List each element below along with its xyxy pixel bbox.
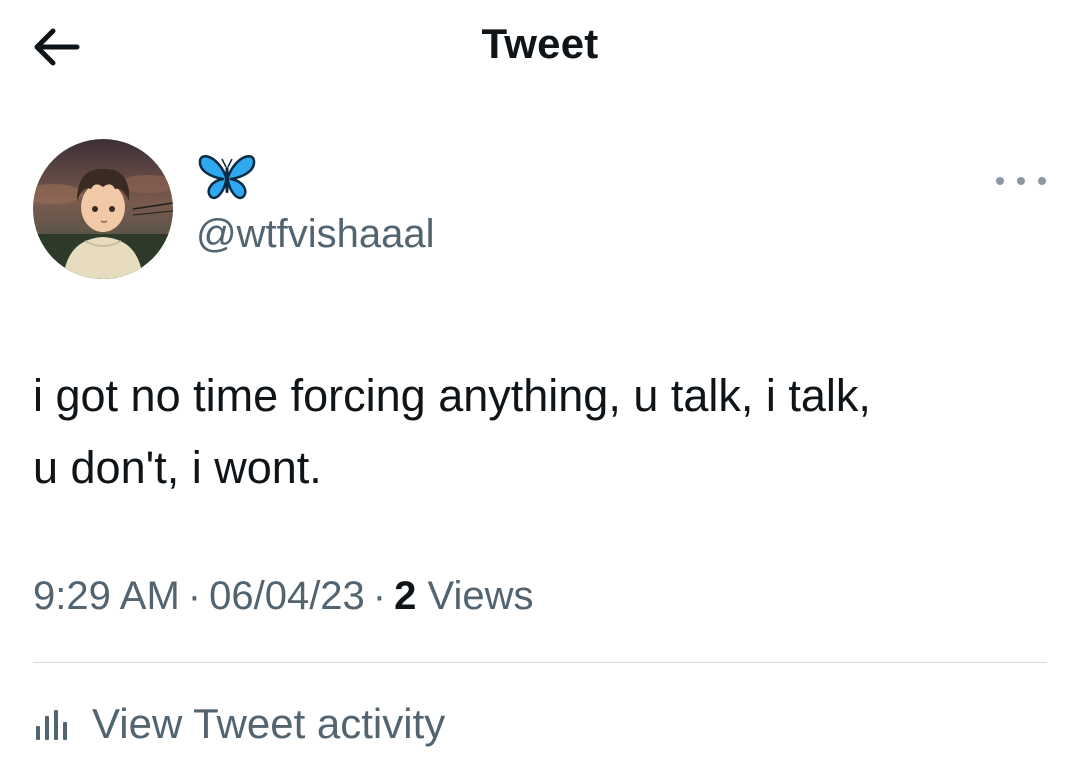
user-handle[interactable]: @wtfvishaaal [196,212,434,257]
more-dot [1038,177,1046,185]
tweet-page: Tweet @wtfvishaaal i got no time forcing… [0,0,1080,771]
bar [63,722,67,740]
more-dot [1017,177,1025,185]
more-button[interactable] [996,168,1046,194]
views-label: Views [427,574,534,618]
bar-chart-icon [36,708,72,740]
page-title: Tweet [481,20,599,67]
bar [54,710,58,740]
bar [36,726,40,740]
separator: · [372,574,387,618]
bar [45,716,49,740]
separator: · [187,574,202,618]
views-count: 2 [394,574,417,618]
divider [33,662,1047,663]
butterfly-emoji [198,155,256,200]
avatar-illustration [33,139,173,279]
tweet-date[interactable]: 06/04/23 [209,574,365,618]
display-name[interactable] [197,153,257,203]
activity-label: View Tweet activity [92,700,446,747]
tweet-line: u don't, i wont. [33,442,322,493]
tweet-time[interactable]: 9:29 AM [33,574,180,618]
tweet-line: i got no time forcing anything, u talk, … [33,370,871,421]
more-dots-icon [996,177,1004,185]
tweet-text: i got no time forcing anything, u talk, … [33,360,1033,504]
view-tweet-activity-button[interactable]: View Tweet activity [36,700,445,748]
avatar[interactable] [33,139,173,279]
tweet-meta: 9:29 AM · 06/04/23 · 2 Views [33,574,533,619]
